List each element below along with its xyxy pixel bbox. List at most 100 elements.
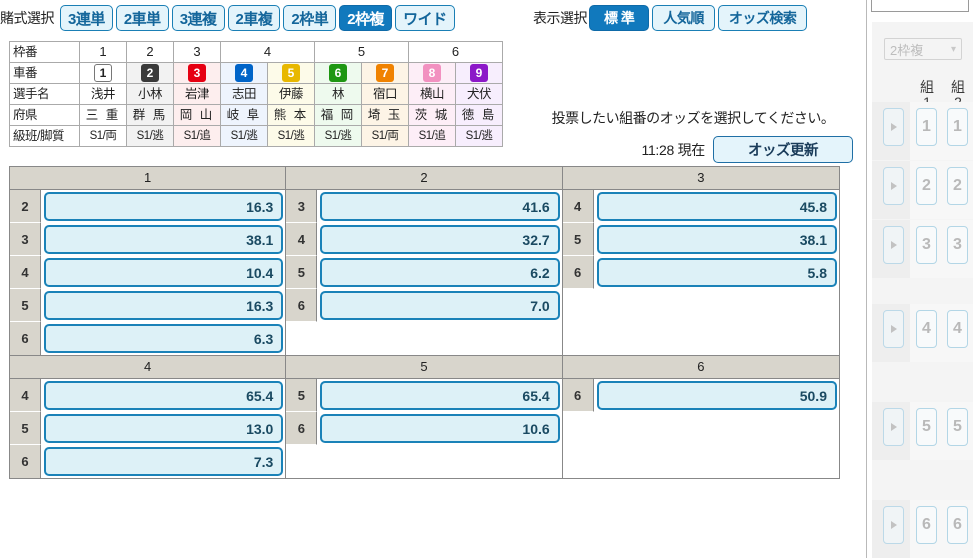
arrow-right-icon[interactable] (883, 506, 904, 544)
bet-type-selector: 3連単 2車単 3連複 2車複 2枠単 2枠複 ワイド (60, 5, 455, 31)
odds-button-1-3[interactable]: 38.1 (44, 225, 284, 254)
car-number-badge: 6 (329, 64, 347, 82)
odds-filler (286, 445, 562, 478)
odds-row-number: 5 (10, 412, 41, 445)
group1-number-button-2[interactable]: 2 (916, 167, 937, 205)
odds-column-body: 5 65.4 6 10.6 (286, 379, 562, 478)
racer-grade-2: S1/逃 (126, 125, 174, 147)
arrow-right-icon[interactable] (883, 226, 904, 264)
odds-button-2-4[interactable]: 32.7 (320, 225, 560, 254)
view-selector: 標 準 人気順 オッズ検索 (589, 5, 808, 31)
group-1-header-line1: 組 (920, 79, 934, 95)
bet-type-tab-4[interactable]: 2枠単 (283, 5, 337, 31)
odds-button-5-6[interactable]: 10.6 (320, 414, 560, 443)
odds-row-number: 5 (562, 223, 594, 256)
odds-button-1-2[interactable]: 16.3 (44, 192, 284, 221)
group1-number-button-3[interactable]: 3 (916, 226, 937, 264)
odds-row-number: 5 (10, 289, 41, 322)
bet-type-tab-label: 2枠複 (347, 10, 385, 28)
odds-button-1-5[interactable]: 16.3 (44, 291, 284, 320)
bet-type-tab-2[interactable]: 3連複 (171, 5, 225, 31)
racer-frame-row: 枠番 1 2 3 4 5 6 (9, 41, 503, 63)
racer-grade-row: 級班/脚質 S1/両 S1/逃 S1/追 S1/逃 S1/逃 S1/逃 S1/両 S1/追 S1/… (9, 125, 503, 147)
panel-row-6: 66 (872, 500, 973, 558)
panel-bet-type-value: 2枠複 (890, 42, 924, 58)
bet-type-tab-label: 3連単 (68, 10, 105, 28)
group1-number-button-5[interactable]: 5 (916, 408, 937, 446)
odds-button-6-6[interactable]: 50.9 (596, 381, 837, 410)
odds-row: 6 5.8 (562, 256, 839, 289)
odds-button-2-5[interactable]: 6.2 (320, 258, 560, 287)
group-2-header-line1: 組 (951, 79, 965, 95)
panel-row-4: 44 (872, 304, 973, 362)
odds-column-5: 5 5 65.4 6 10.6 (286, 356, 563, 478)
odds-row: 6 10.6 (286, 412, 561, 445)
bet-type-tab-0[interactable]: 3連単 (60, 5, 113, 31)
instruction-text: 投票したい組番のオッズを選択してください。 (551, 110, 835, 126)
odds-column-header: 2 (286, 167, 562, 190)
odds-update-button[interactable]: オッズ更新 (713, 136, 853, 163)
odds-button-1-6[interactable]: 6.3 (44, 324, 284, 353)
odds-button-5-5[interactable]: 65.4 (320, 381, 560, 410)
odds-row-number: 3 (10, 223, 41, 256)
racer-grade-1: S1/両 (79, 125, 127, 147)
panel-row-1: 11 (872, 102, 973, 160)
odds-cell-wrap: 32.7 (317, 223, 561, 256)
view-selector-label: 表示選択 (533, 10, 588, 26)
odds-row-number: 6 (562, 379, 594, 412)
odds-button-4-5[interactable]: 13.0 (44, 414, 284, 443)
view-tab-2[interactable]: オッズ検索 (717, 5, 808, 31)
group1-number-button-4[interactable]: 4 (916, 310, 937, 348)
arrow-right-icon[interactable] (883, 408, 904, 446)
bet-type-tab-1[interactable]: 2車単 (115, 5, 169, 31)
notice-area: 投票したい組番のオッズを選択してください。 11:28 現在 オッズ更新 (533, 108, 853, 163)
odds-button-2-3[interactable]: 41.6 (320, 192, 560, 221)
group2-number-button-2[interactable]: 2 (947, 167, 968, 205)
frame-number-2: 2 (126, 41, 174, 63)
odds-button-3-6[interactable]: 5.8 (596, 258, 837, 287)
odds-cell-wrap: 5.8 (594, 256, 839, 289)
bet-type-tab-3[interactable]: 2車複 (227, 5, 281, 31)
panel-bet-type-select[interactable]: 2枠複 ▾ (884, 38, 962, 60)
racer-pref-9: 徳 島 (455, 104, 503, 126)
odds-column-header: 1 (10, 167, 286, 190)
view-tab-1[interactable]: 人気順 (652, 5, 715, 31)
view-tab-0[interactable]: 標 準 (589, 5, 650, 31)
bet-type-tab-5[interactable]: 2枠複 (339, 5, 393, 31)
bet-type-tab-6[interactable]: ワイド (395, 5, 455, 31)
odds-button-1-4[interactable]: 10.4 (44, 258, 284, 287)
odds-filler (286, 322, 562, 355)
odds-button-3-4[interactable]: 45.8 (596, 192, 837, 221)
odds-row: 3 38.1 (10, 223, 285, 256)
arrow-right-icon[interactable] (883, 108, 904, 146)
odds-filler (562, 412, 839, 478)
frame-number-6: 6 (408, 41, 503, 63)
group1-number-button-1[interactable]: 1 (916, 108, 937, 146)
group2-number-button-3[interactable]: 3 (947, 226, 968, 264)
odds-button-4-4[interactable]: 65.4 (44, 381, 284, 410)
racer-pref-4: 岐 阜 (220, 104, 268, 126)
frame-number-3: 3 (173, 41, 221, 63)
group2-number-button-5[interactable]: 5 (947, 408, 968, 446)
group2-number-button-1[interactable]: 1 (947, 108, 968, 146)
odds-row-number: 4 (286, 223, 318, 256)
odds-button-2-6[interactable]: 7.0 (320, 291, 560, 320)
odds-cell-wrap: 38.1 (41, 223, 285, 256)
odds-button-4-6[interactable]: 7.3 (44, 447, 284, 476)
racer-name-1: 浅井 (79, 83, 127, 105)
view-tab-label: 標 準 (604, 10, 635, 26)
odds-row-number: 6 (562, 256, 594, 289)
odds-grid: 1 2 16.3 3 38.1 4 10.4 5 16.3 6 6.3 2 3 41.6 4 32.7 5 6.2… (9, 166, 840, 479)
odds-cell-wrap: 7.3 (41, 445, 285, 478)
group2-number-button-6[interactable]: 6 (947, 506, 968, 544)
racer-pref-3: 岡 山 (173, 104, 221, 126)
arrow-right-icon[interactable] (883, 310, 904, 348)
arrow-right-icon[interactable] (883, 167, 904, 205)
racer-name-7: 宿口 (361, 83, 409, 105)
odds-row: 6 7.3 (10, 445, 285, 478)
view-selector-group: 表示選択 標 準 人気順 オッズ検索 (533, 0, 808, 36)
car-number-badge: 1 (94, 64, 112, 82)
group2-number-button-4[interactable]: 4 (947, 310, 968, 348)
group1-number-button-6[interactable]: 6 (916, 506, 937, 544)
odds-button-3-5[interactable]: 38.1 (596, 225, 837, 254)
